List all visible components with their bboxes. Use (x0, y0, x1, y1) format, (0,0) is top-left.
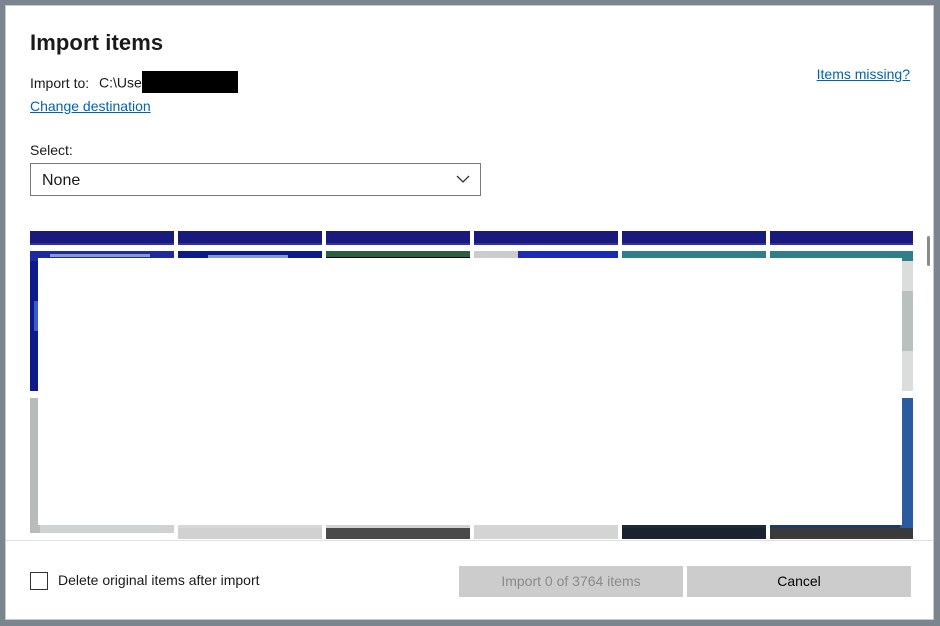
import-to-line: Import to: C:\User (30, 71, 239, 95)
thumbnail-image (770, 528, 913, 539)
redaction-overlay (38, 258, 902, 525)
redacted-path-box (142, 71, 239, 93)
thumbnail[interactable] (622, 528, 766, 539)
thumbnail[interactable] (770, 528, 913, 539)
items-missing-link[interactable]: Items missing? (817, 66, 910, 82)
dialog-footer: Delete original items after import Impor… (6, 541, 933, 619)
change-destination-link[interactable]: Change destination (30, 98, 151, 114)
thumbnail-image (622, 528, 766, 539)
chevron-down-icon (456, 175, 470, 183)
delete-originals-label[interactable]: Delete original items after import (58, 572, 260, 588)
thumbnail-image (326, 528, 470, 539)
select-label: Select: (30, 142, 73, 158)
delete-originals-checkbox[interactable] (30, 572, 48, 590)
thumbnail-grid (30, 231, 913, 539)
vertical-scrollbar[interactable] (925, 236, 933, 266)
scrollbar-thumb[interactable] (927, 236, 930, 266)
thumbnail-image (178, 528, 322, 539)
dialog-title: Import items (30, 30, 164, 55)
import-to-label: Import to: (30, 74, 90, 91)
import-to-path: C:\User (99, 74, 147, 91)
import-button[interactable]: Import 0 of 3764 items (459, 566, 683, 597)
select-value: None (42, 172, 81, 189)
select-dropdown[interactable]: None (30, 163, 481, 196)
cancel-button[interactable]: Cancel (687, 566, 911, 597)
thumbnail[interactable] (178, 528, 322, 539)
thumbnail[interactable] (474, 528, 618, 539)
thumbnail-image (474, 528, 618, 539)
thumbnail[interactable] (326, 528, 470, 539)
import-items-dialog: Import items Import to: C:\User Change d… (5, 5, 934, 620)
